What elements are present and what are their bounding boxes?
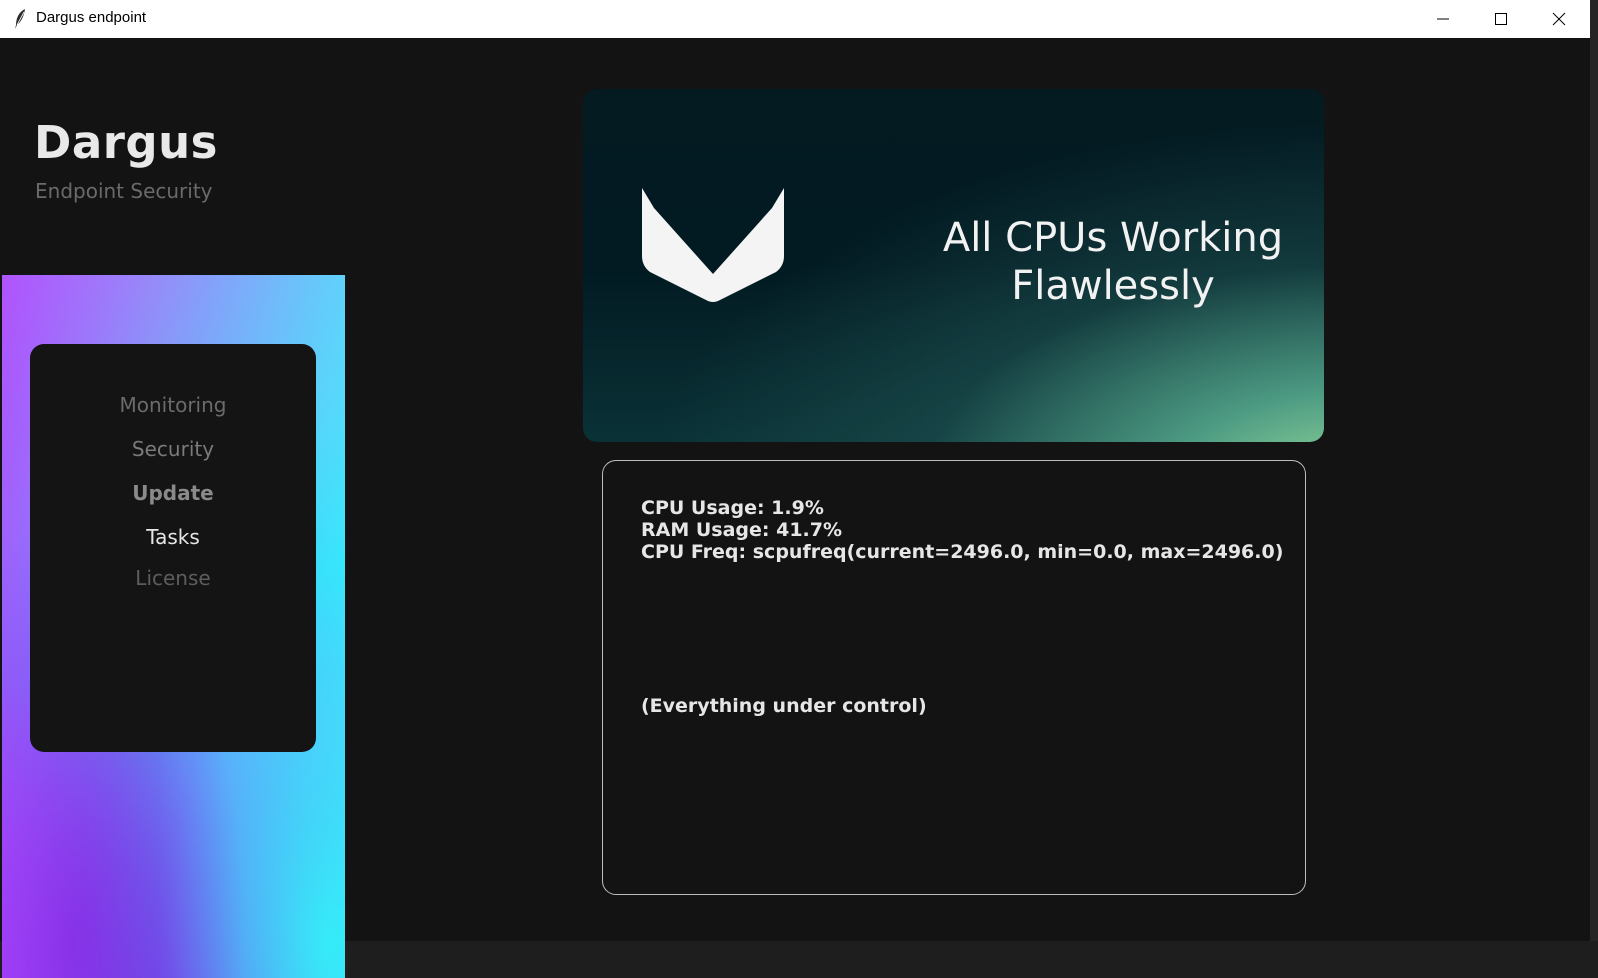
menu-item-license[interactable]: License xyxy=(30,566,316,590)
feather-icon xyxy=(15,9,25,29)
banner-line-1: All CPUs Working xyxy=(942,215,1284,261)
menu-item-monitoring[interactable]: Monitoring xyxy=(30,393,316,417)
ram-usage-text: RAM Usage: 41.7% xyxy=(641,519,843,541)
cpu-freq-text: CPU Freq: scpufreq(current=2496.0, min=0… xyxy=(641,541,1284,563)
sidebar-gradient-panel: Monitoring Security Update Tasks License xyxy=(2,275,345,978)
main-content: Dargus Endpoint Security Monitoring Secu… xyxy=(0,38,1590,978)
close-icon xyxy=(1552,12,1566,26)
banner-message: All CPUs Working Flawlessly xyxy=(883,214,1324,310)
background-strip xyxy=(1590,0,1598,941)
menu-item-security[interactable]: Security xyxy=(30,437,316,461)
status-banner: All CPUs Working Flawlessly xyxy=(583,89,1324,442)
title-bar[interactable]: Dargus endpoint xyxy=(0,0,1590,39)
minimize-icon xyxy=(1437,18,1449,20)
banner-line-2: Flawlessly xyxy=(1011,263,1215,309)
maximize-button[interactable] xyxy=(1472,0,1530,38)
window-title: Dargus endpoint xyxy=(36,9,147,26)
menu-item-update[interactable]: Update xyxy=(30,481,316,505)
brand-subtitle: Endpoint Security xyxy=(35,179,213,203)
brand-name: Dargus xyxy=(34,116,218,169)
minimize-button[interactable] xyxy=(1414,0,1472,38)
maximize-icon xyxy=(1495,13,1507,25)
status-message: (Everything under control) xyxy=(641,695,927,717)
menu-item-tasks[interactable]: Tasks xyxy=(30,525,316,549)
app-window: Dargus endpoint Dargus Endpoint Security… xyxy=(0,0,1590,978)
sidebar-menu: Monitoring Security Update Tasks License xyxy=(30,344,316,752)
close-button[interactable] xyxy=(1530,0,1588,38)
system-stats-panel: CPU Usage: 1.9% RAM Usage: 41.7% CPU Fre… xyxy=(602,460,1306,895)
cpu-usage-text: CPU Usage: 1.9% xyxy=(641,497,824,519)
checkmark-shield-icon xyxy=(642,188,784,302)
